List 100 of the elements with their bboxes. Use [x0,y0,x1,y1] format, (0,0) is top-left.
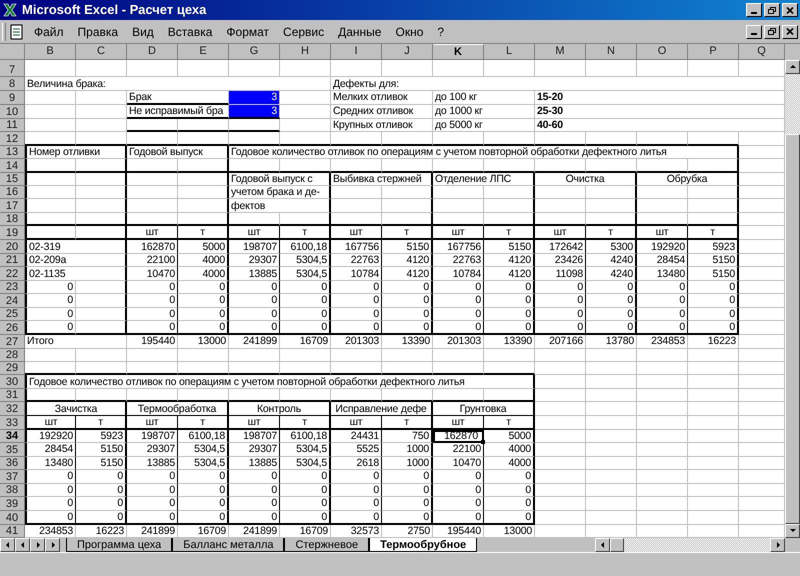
row-header[interactable]: 29 [0,362,25,376]
row-header[interactable]: 15 [0,172,25,186]
empty-cell[interactable] [382,199,433,213]
scroll-thumb[interactable] [610,538,624,552]
row-header[interactable]: 10 [0,104,25,119]
menu-item[interactable]: Правка [72,22,124,40]
empty-cell[interactable] [178,172,229,186]
fill-handle[interactable] [481,440,485,444]
row-header[interactable]: 31 [0,388,25,402]
empty-cell[interactable] [484,186,535,200]
empty-cell[interactable] [76,212,127,226]
menu-item[interactable]: Сервис [277,22,330,40]
row-header[interactable]: 21 [0,254,25,268]
row-header[interactable]: 11 [0,118,25,132]
scroll-up-button[interactable] [785,60,800,74]
row-header[interactable]: 23 [0,280,25,294]
first-sheet-button[interactable] [0,538,15,552]
empty-cell[interactable] [382,212,433,226]
empty-cell[interactable] [76,159,127,173]
column-header[interactable]: J [382,44,433,60]
column-header[interactable]: O [637,44,688,60]
row-header[interactable]: 18 [0,212,25,226]
row-header[interactable]: 7 [0,60,25,78]
scroll-right-button[interactable] [770,538,785,552]
row-header[interactable]: 38 [0,484,25,498]
row-header[interactable]: 17 [0,199,25,213]
menu-item[interactable]: Вид [126,22,160,40]
restore-button[interactable] [764,3,780,17]
empty-cell[interactable] [76,321,127,336]
menu-item[interactable]: Формат [220,22,276,40]
row-header[interactable]: 36 [0,456,25,470]
empty-cell[interactable] [76,308,127,322]
row-header[interactable]: 26 [0,321,25,336]
empty-cell[interactable] [586,199,637,213]
row-header[interactable]: 34 [0,430,25,444]
column-header[interactable]: N [586,44,637,60]
empty-cell[interactable] [688,212,739,226]
empty-cell[interactable] [586,212,637,226]
next-sheet-button[interactable] [30,538,45,552]
row-header[interactable]: 28 [0,348,25,362]
restore-button[interactable] [764,24,780,38]
vertical-scrollbar[interactable] [785,60,800,538]
empty-cell[interactable] [586,186,637,200]
empty-cell[interactable] [76,294,127,308]
empty-cell[interactable] [178,199,229,213]
row-header[interactable]: 24 [0,294,25,308]
empty-cell[interactable] [76,186,127,200]
menu-item[interactable]: ? [431,22,450,40]
scroll-down-button[interactable] [785,524,800,538]
scroll-thumb[interactable] [785,134,800,524]
sheet-tab[interactable]: Балланс металла [172,538,284,552]
column-header[interactable]: D [127,44,178,60]
menu-item[interactable]: Окно [389,22,430,40]
scroll-left-button[interactable] [595,538,610,552]
row-header[interactable]: 32 [0,402,25,416]
row-header[interactable]: 14 [0,159,25,173]
column-header[interactable]: Q [739,44,785,60]
empty-cell[interactable] [688,199,739,213]
empty-cell[interactable] [76,226,127,240]
last-sheet-button[interactable] [45,538,60,552]
empty-cell[interactable] [178,159,229,173]
menu-item[interactable]: Вставка [162,22,218,40]
column-header[interactable]: L [484,44,535,60]
column-header[interactable]: I [331,44,382,60]
row-header[interactable]: 22 [0,267,25,281]
close-button[interactable] [782,24,798,38]
close-button[interactable] [782,3,798,17]
empty-cell[interactable] [484,388,535,402]
empty-cell[interactable] [280,212,331,226]
empty-cell[interactable] [484,212,535,226]
row-header[interactable]: 33 [0,416,25,430]
empty-cell[interactable] [382,186,433,200]
minimize-button[interactable] [746,3,762,17]
column-header[interactable]: C [76,44,127,60]
sheet-tab[interactable]: Термообрубное [369,538,478,552]
empty-cell[interactable] [484,199,535,213]
empty-cell[interactable] [76,199,127,213]
menu-item[interactable]: Файл [28,22,70,40]
previous-sheet-button[interactable] [15,538,30,552]
column-header[interactable]: H [280,44,331,60]
row-header[interactable]: 37 [0,470,25,484]
column-header[interactable]: B [25,44,76,60]
empty-cell[interactable] [76,280,127,294]
row-header[interactable]: 19 [0,226,25,240]
row-header[interactable]: 20 [0,240,25,254]
row-header[interactable]: 16 [0,186,25,200]
column-header[interactable]: M [535,44,586,60]
column-header[interactable]: K [433,44,484,60]
column-header[interactable]: G [229,44,280,60]
row-header[interactable]: 35 [0,443,25,457]
empty-cell[interactable] [76,172,127,186]
empty-cell[interactable] [178,186,229,200]
column-header[interactable]: E [178,44,229,60]
empty-cell[interactable] [178,212,229,226]
minimize-button[interactable] [746,24,762,38]
row-header[interactable]: 25 [0,308,25,322]
row-header[interactable]: 41 [0,524,25,538]
row-header[interactable]: 8 [0,77,25,91]
row-header[interactable]: 27 [0,335,25,349]
row-header[interactable]: 30 [0,375,25,389]
